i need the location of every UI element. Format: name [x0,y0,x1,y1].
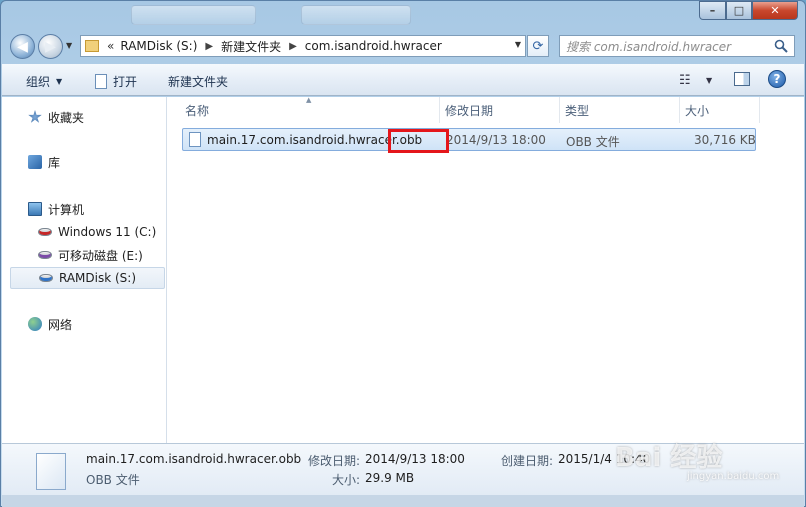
column-header-type[interactable]: 类型 [560,97,680,123]
details-modified-value: 2014/9/13 18:00 [365,452,465,466]
forward-button[interactable]: ▶ [38,34,63,59]
breadcrumb-ramdisk[interactable]: RAMDisk (S:) [120,39,197,53]
drive-icon [39,274,53,282]
explorer-window: – □ ✕ ◀ ▶ ▼ « RAMDisk (S:) ▶ 新建文件夹 ▶ com… [0,0,806,507]
file-modified: 2014/9/13 18:00 [446,133,546,147]
removable-drive-icon [38,251,52,259]
library-icon [28,155,42,169]
address-dropdown-icon[interactable]: ▼ [515,40,521,49]
details-size-label: 大小: [332,473,361,487]
view-options-icon[interactable]: ☷ [679,73,691,88]
file-row[interactable]: main.17.com.isandroid.hwracer.obb 2014/9… [182,128,756,153]
address-bar[interactable]: « RAMDisk (S:) ▶ 新建文件夹 ▶ com.isandroid.h… [80,35,526,57]
search-placeholder: 搜索 com.isandroid.hwracer [566,39,732,54]
document-icon [95,74,107,89]
background-tab [131,5,256,25]
open-label: 打开 [113,75,138,89]
search-icon[interactable] [774,39,788,53]
nav-label: 网络 [48,317,73,332]
preview-pane-icon[interactable] [734,72,750,86]
folder-icon [85,40,99,52]
details-modified-label: 修改日期: [308,454,361,468]
nav-libraries[interactable]: 库 [28,151,60,173]
star-icon [28,110,42,123]
nav-drive-e[interactable]: 可移动磁盘 (E:) [38,244,143,266]
details-filename: main.17.com.isandroid.hwracer.obb [86,452,302,466]
chevron-right-icon[interactable]: ▶ [289,41,297,52]
details-filetype: OBB 文件 [86,473,140,487]
details-size-value: 29.9 MB [365,471,415,485]
open-button[interactable]: 打开 [95,73,137,90]
drive-icon [38,228,52,236]
breadcrumb-new-folder[interactable]: 新建文件夹 [221,38,281,55]
organize-label: 组织 [26,75,51,89]
nav-label: 计算机 [48,202,85,217]
nav-label: Windows 11 (C:) [58,225,157,239]
maximize-button[interactable]: □ [726,1,752,20]
navigation-pane: 收藏夹 库 计算机 Windows 11 (C:) 可移动磁盘 (E:) RAM… [2,97,167,443]
new-folder-button[interactable]: 新建文件夹 [168,73,228,90]
file-icon [189,132,201,147]
file-size: 30,716 KB [694,133,756,147]
organize-button[interactable]: 组织 ▼ [26,73,62,90]
back-button[interactable]: ◀ [10,34,35,59]
close-button[interactable]: ✕ [752,1,798,20]
help-icon[interactable]: ? [768,70,786,88]
annotation-highlight-box [388,129,449,153]
refresh-button[interactable]: ⟳ [527,35,549,57]
nav-network[interactable]: 网络 [28,313,72,335]
column-header-size[interactable]: 大小 [680,97,760,123]
breadcrumb-hwracer[interactable]: com.isandroid.hwracer [305,39,442,53]
network-icon [28,317,42,331]
minimize-button[interactable]: – [699,1,726,20]
file-large-icon [36,453,66,490]
chevron-right-icon[interactable]: ▶ [205,41,213,52]
background-strip [2,495,804,507]
forward-arrow-icon: ▶ [45,38,56,55]
command-bar: 组织 ▼ 打开 新建文件夹 ☷ ▼ ? [2,64,804,96]
recent-pages-dropdown[interactable]: ▼ [66,41,72,50]
nav-drive-c[interactable]: Windows 11 (C:) [38,221,156,243]
chevron-down-icon: ▼ [56,77,63,86]
nav-label: 收藏夹 [48,110,85,125]
nav-label: RAMDisk (S:) [59,271,137,285]
background-tab [301,5,411,25]
back-arrow-icon: ◀ [17,38,28,55]
nav-drive-s[interactable]: RAMDisk (S:) [10,267,165,289]
breadcrumb-overflow[interactable]: « [107,39,114,53]
column-header-modified[interactable]: 修改日期 [440,97,560,123]
content-area: 收藏夹 库 计算机 Windows 11 (C:) 可移动磁盘 (E:) RAM… [2,96,804,443]
nav-favorites[interactable]: 收藏夹 [28,106,84,128]
file-type: OBB 文件 [566,135,620,149]
column-header-name[interactable]: 名称 [180,97,440,123]
file-list: ▲ 名称 修改日期 类型 大小 main.17.com.isandroid.hw… [168,96,804,443]
watermark-url: jingyan.baidu.com [687,471,780,482]
nav-label: 可移动磁盘 (E:) [58,248,143,263]
title-bar[interactable]: – □ ✕ [1,1,806,29]
refresh-icon: ⟳ [532,38,544,54]
details-created-label: 创建日期: [501,454,554,468]
nav-label: 库 [48,155,61,170]
watermark: Bai 经验 [615,443,723,473]
nav-computer[interactable]: 计算机 [28,198,84,220]
computer-icon [28,202,42,216]
chevron-down-icon[interactable]: ▼ [706,76,712,85]
search-input[interactable]: 搜索 com.isandroid.hwracer [559,35,795,57]
